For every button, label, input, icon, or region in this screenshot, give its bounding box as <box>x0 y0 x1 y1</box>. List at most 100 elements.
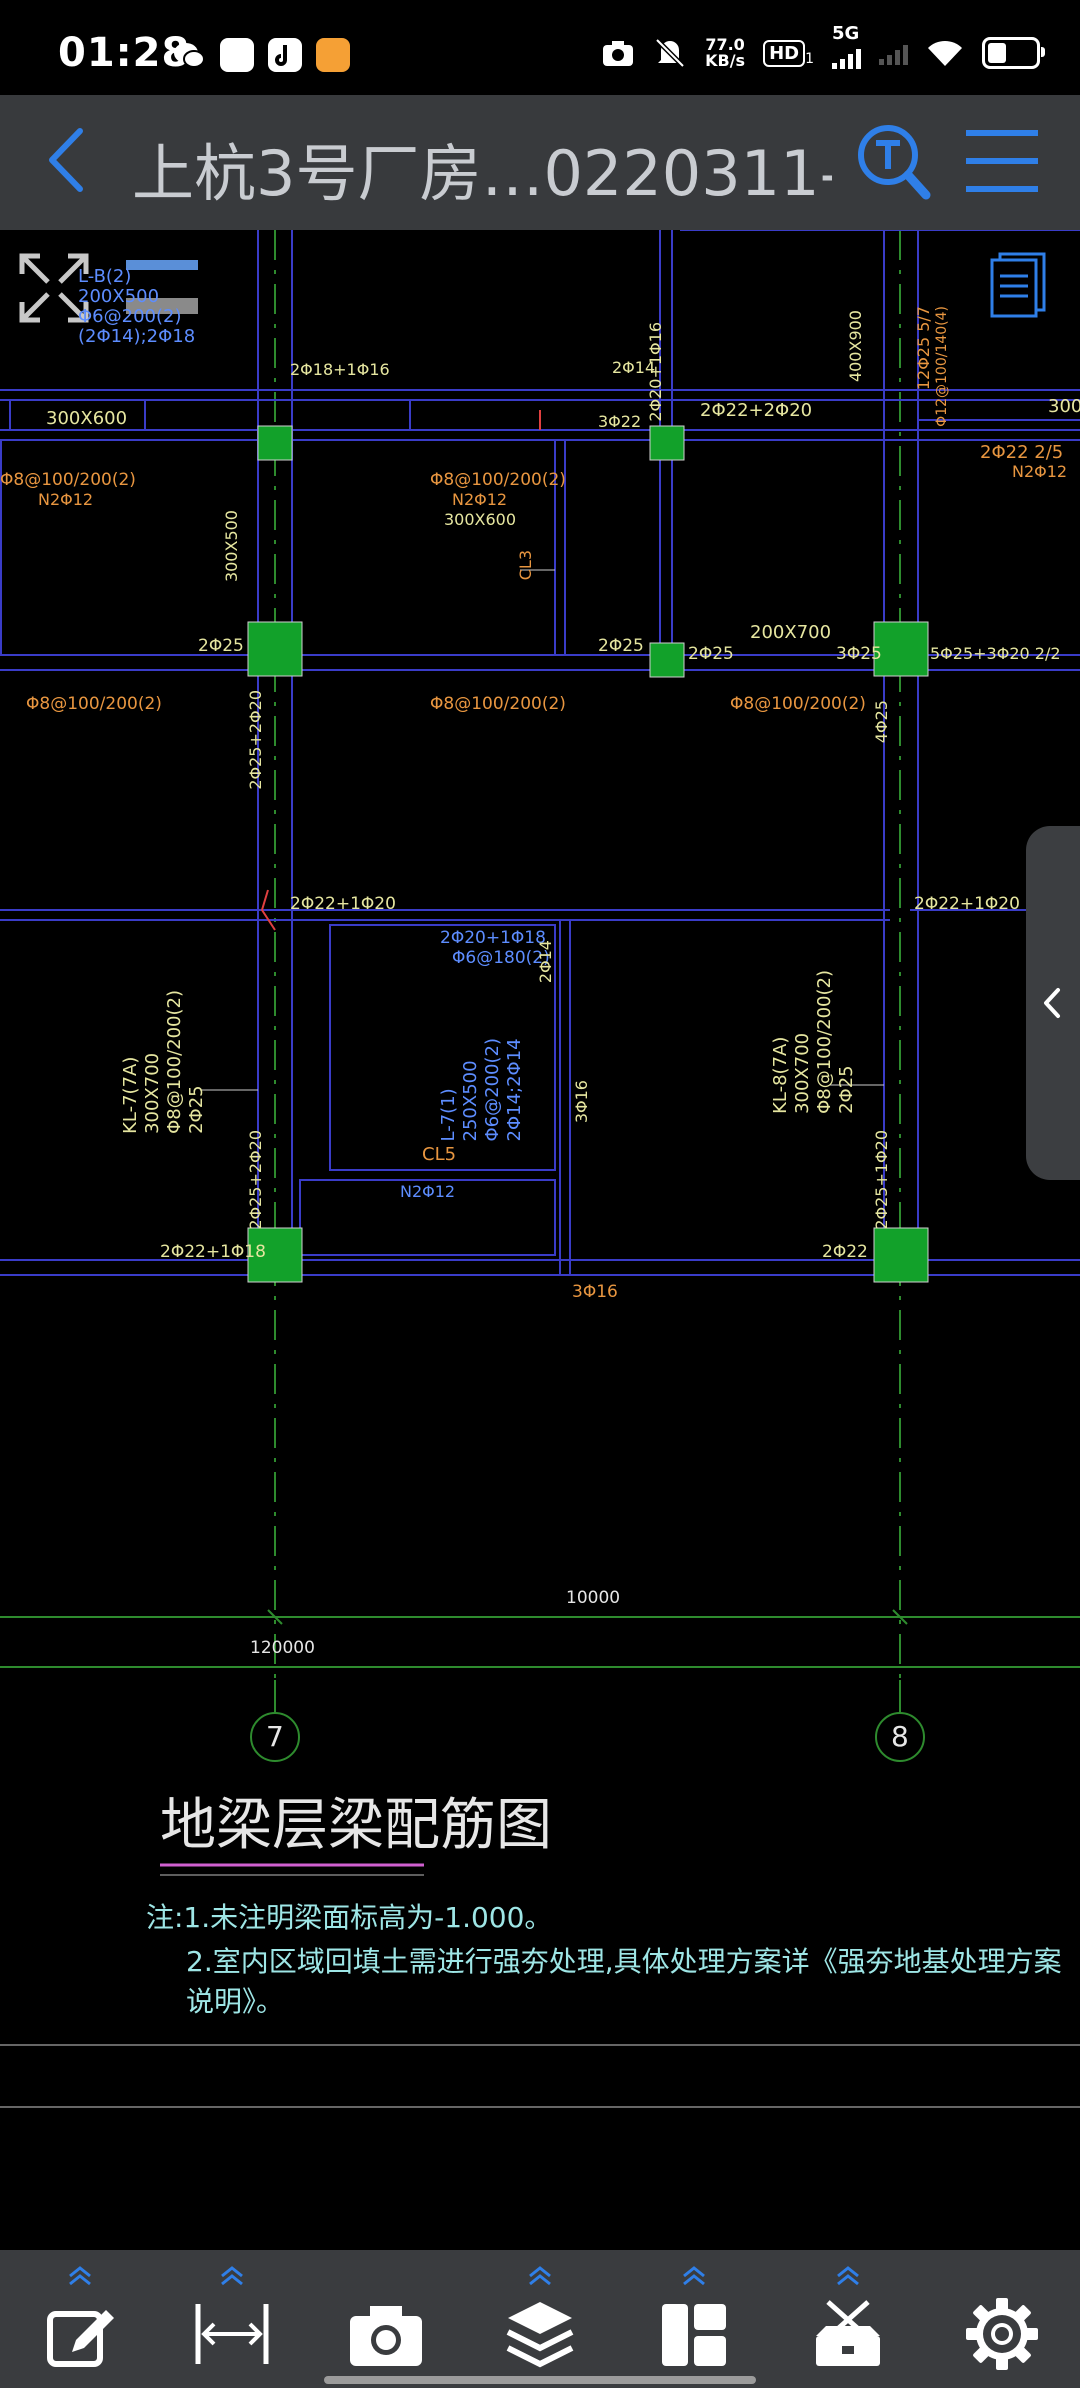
label-2q14-vert: 2Φ14 <box>536 940 555 984</box>
label-n2-cl5: N2Φ12 <box>400 1182 456 1201</box>
text-search-icon[interactable] <box>856 123 932 203</box>
chevron-up-icon[interactable] <box>678 2264 710 2286</box>
dimension-120000: 120000 <box>250 1638 315 1658</box>
edit-button[interactable] <box>20 2264 140 2374</box>
layer-toggle-blue[interactable] <box>126 260 198 270</box>
label-200x700: 200X700 <box>750 622 832 643</box>
label-2q22-1q20: 2Φ22+1Φ20 <box>290 894 396 914</box>
label-l7: L-7(1) 250X500 Φ6@200(2) 2Φ14;2Φ14 <box>438 1038 525 1142</box>
label-col-8-lower: 2Φ25+1Φ20 <box>872 1130 891 1230</box>
label-3q16-vert: 3Φ16 <box>572 1080 591 1124</box>
label-col-7-upper: 2Φ25+2Φ20 <box>246 690 265 790</box>
wifi-icon <box>928 40 962 66</box>
bottom-toolbar <box>0 2250 1080 2388</box>
label-n2-mid: N2Φ12 <box>452 490 508 509</box>
label-400x900: 400X900 <box>846 310 865 383</box>
label-300x500: 300X500 <box>222 510 241 583</box>
camera-status-icon <box>603 41 634 66</box>
axis-label-7: 7 <box>266 1720 284 1753</box>
document-title: 上杭3号厂房…0220311-1 <box>132 137 832 210</box>
label-2q25-mid2: 2Φ25 <box>688 644 734 664</box>
label-2q20-1q16: 2Φ20+1Φ16 <box>646 322 665 422</box>
layout-icon <box>662 2304 726 2366</box>
edit-icon <box>47 2310 114 2367</box>
label-5q25: 5Φ25+3Φ20 2/2 <box>930 644 1061 663</box>
settings-button[interactable] <box>942 2264 1062 2374</box>
hd-badge: HD 1 <box>763 39 814 67</box>
label-2q25-left: 2Φ25 <box>198 636 244 656</box>
label-stir-mid: Φ8@100/200(2) <box>430 470 566 490</box>
status-indicators: 77.0 KB/s HD 1 5G <box>601 23 1045 70</box>
label-col-7-lower: 2Φ25+2Φ20 <box>246 1130 265 1230</box>
drawing-note-2: 2.室内区域回填土需进行强夯处理,具体处理方案详《强夯地基处理方案说明》。 <box>186 1945 1062 2018</box>
label-2q22-2q20: 2Φ22+2Φ20 <box>700 400 813 421</box>
label-300x-right: 300X <box>1048 396 1080 417</box>
label-l-b: L-B(2) <box>78 266 132 287</box>
menu-icon[interactable] <box>962 127 1042 195</box>
chevron-up-icon[interactable] <box>216 2264 248 2286</box>
drawing-note-1: 注:1.未注明梁面标高为-1.000。 <box>146 1901 553 1934</box>
message-icon <box>220 38 254 72</box>
home-indicator[interactable] <box>324 2376 756 2384</box>
label-3q22: 3Φ22 <box>598 412 642 431</box>
back-arrow-icon[interactable] <box>36 125 96 195</box>
label-stir-left: Φ8@100/200(2) <box>0 470 136 490</box>
camera-icon <box>350 2306 422 2366</box>
label-200x500: 200X500 <box>78 286 160 307</box>
label-stir-row2-left: Φ8@100/200(2) <box>26 694 162 714</box>
mute-icon <box>655 38 685 68</box>
layers-icon <box>506 2302 574 2368</box>
status-time: 01:28 <box>58 30 191 76</box>
label-bars-top: (2Φ14);2Φ18 <box>78 326 196 347</box>
label-2q20-1q18: 2Φ20+1Φ18 <box>440 928 546 948</box>
label-kl7: KL-7(7A) 300X700 Φ8@100/200(2) 2Φ25 <box>120 990 207 1134</box>
drawing-canvas[interactable]: L-B(2) 200X500 Φ6@200(2) (2Φ14);2Φ18 300… <box>0 230 1080 2250</box>
chevron-up-icon[interactable] <box>64 2264 96 2286</box>
measure-icon <box>195 2304 269 2364</box>
top-toolbar: 上杭3号厂房…0220311-1 <box>0 95 1080 230</box>
label-300x600-mid: 300X600 <box>444 510 517 529</box>
label-3q16: 3Φ16 <box>572 1282 618 1302</box>
battery-icon <box>982 37 1045 69</box>
label-stir-row2-right: Φ8@100/200(2) <box>730 694 866 714</box>
label-cl5: CL5 <box>422 1144 457 1165</box>
measure-button[interactable] <box>172 2264 292 2374</box>
tools-button[interactable] <box>788 2264 908 2374</box>
status-bar: 01:28 77.0 KB/s HD 1 5G <box>0 0 1080 95</box>
label-2q25-mid: 2Φ25 <box>598 636 644 656</box>
label-300x600: 300X600 <box>46 408 128 429</box>
label-2q22-25: 2Φ22 2/5 <box>980 442 1064 463</box>
tools-icon <box>816 2300 880 2366</box>
label-kl8: KL-8(7A) 300X700 Φ8@100/200(2) 2Φ25 <box>770 970 857 1114</box>
chevron-up-icon[interactable] <box>524 2264 556 2286</box>
label-stir-top: Φ6@200(2) <box>78 306 182 327</box>
camera-button[interactable] <box>326 2264 446 2374</box>
label-col-8-4q25: 4Φ25 <box>872 700 891 744</box>
label-2q22: 2Φ22 <box>822 1242 868 1262</box>
video-app-icon <box>316 38 350 72</box>
layers-button[interactable] <box>480 2264 600 2374</box>
label-n2-right: N2Φ12 <box>1012 462 1068 481</box>
tiktok-icon <box>268 38 302 72</box>
axis-label-8: 8 <box>891 1720 909 1753</box>
label-3q25: 3Φ25 <box>836 644 882 664</box>
status-app-icons <box>172 38 350 72</box>
label-stir-row2-mid: Φ8@100/200(2) <box>430 694 566 714</box>
wechat-icon <box>172 38 206 72</box>
label-q12: Φ12@100/140(4) <box>934 306 950 427</box>
label-n2-left: N2Φ12 <box>38 490 94 509</box>
label-cl3: CL3 <box>516 550 535 581</box>
settings-icon <box>966 2298 1038 2370</box>
label-2q22-1q18: 2Φ22+1Φ18 <box>160 1242 266 1262</box>
layout-button[interactable] <box>634 2264 754 2374</box>
label-2q22-1q20-right: 2Φ22+1Φ20 <box>914 894 1020 914</box>
label-12q25: 12Φ25 5/7 <box>914 306 933 391</box>
chevron-left-icon <box>1044 988 1060 1018</box>
signal-secondary <box>879 41 908 65</box>
net-speed: 77.0 KB/s <box>705 35 746 70</box>
side-panel-tab[interactable] <box>1026 826 1080 1180</box>
doc-list-icon[interactable] <box>980 250 1050 320</box>
label-2q18: 2Φ18+1Φ16 <box>290 360 390 379</box>
chevron-up-icon[interactable] <box>832 2264 864 2286</box>
drawing-title: 地梁层梁配筋图 <box>160 1793 552 1858</box>
